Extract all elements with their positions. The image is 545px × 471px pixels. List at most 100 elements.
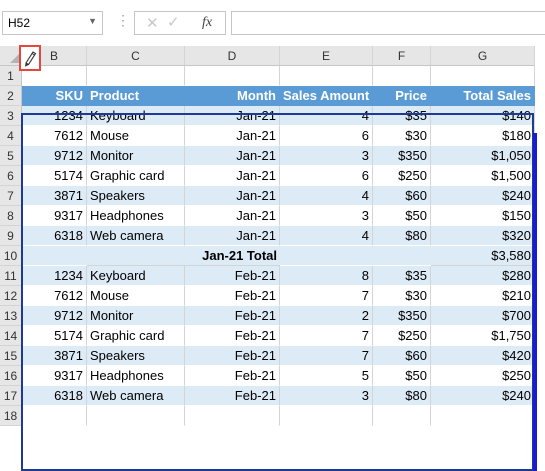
enter-icon[interactable]: ✓ [167,13,180,31]
table-cell[interactable]: 9317 [22,366,87,386]
empty-cell[interactable] [185,66,280,86]
table-cell[interactable]: Monitor [87,146,185,166]
table-cell[interactable]: $240 [431,386,535,406]
column-header-d[interactable]: D [185,46,280,66]
table-cell[interactable]: 6 [280,166,373,186]
column-header-g[interactable]: G [431,46,535,66]
table-cell[interactable]: 6318 [22,226,87,246]
empty-cell[interactable] [22,406,87,426]
empty-cell[interactable] [280,406,373,426]
table-cell[interactable]: Jan-21 [185,206,280,226]
table-cell[interactable]: Jan-21 [185,146,280,166]
table-cell[interactable]: 3 [280,386,373,406]
table-cell[interactable]: 4 [280,186,373,206]
table-cell[interactable]: Headphones [87,206,185,226]
table-cell[interactable]: 1234 [22,106,87,126]
table-cell[interactable]: 4 [280,106,373,126]
table-cell[interactable]: $700 [431,306,535,326]
empty-cell[interactable] [373,406,431,426]
empty-cell[interactable] [431,406,535,426]
row-header-10[interactable]: 10 [0,246,22,266]
chevron-down-icon[interactable]: ▼ [88,16,97,26]
table-cell[interactable]: $60 [373,346,431,366]
table-cell[interactable]: 9317 [22,206,87,226]
empty-cell[interactable] [87,406,185,426]
table-cell[interactable]: Jan-21 [185,166,280,186]
table-cell[interactable]: Mouse [87,126,185,146]
table-cell[interactable]: 1234 [22,266,87,286]
table-cell[interactable]: Monitor [87,306,185,326]
table-cell[interactable]: $420 [431,346,535,366]
insert-function-icon[interactable]: fx [202,15,212,31]
table-cell[interactable]: Web camera [87,386,185,406]
table-header-cell[interactable]: Month [185,86,280,106]
table-cell[interactable]: Feb-21 [185,366,280,386]
row-header-8[interactable]: 8 [0,206,22,226]
table-cell[interactable]: 5174 [22,326,87,346]
subtotal-label[interactable]: Jan-21 Total [87,246,280,266]
table-cell[interactable]: 3871 [22,346,87,366]
table-cell[interactable]: Feb-21 [185,326,280,346]
table-cell[interactable]: Web camera [87,226,185,246]
row-header-16[interactable]: 16 [0,366,22,386]
table-cell[interactable]: $350 [373,306,431,326]
row-header-17[interactable]: 17 [0,386,22,406]
table-cell[interactable]: 7 [280,346,373,366]
column-header-c[interactable]: C [87,46,185,66]
table-cell[interactable]: $60 [373,186,431,206]
table-cell[interactable]: $50 [373,366,431,386]
table-cell[interactable]: 3 [280,206,373,226]
drag-handle-icon[interactable]: ⋮ [116,12,130,29]
table-cell[interactable]: 3871 [22,186,87,206]
table-cell[interactable]: $210 [431,286,535,306]
table-cell[interactable]: 7 [280,326,373,346]
table-cell[interactable]: Feb-21 [185,286,280,306]
name-box[interactable]: H52 ▼ [2,11,103,35]
table-header-cell[interactable]: Sales Amount [280,86,373,106]
table-cell[interactable]: $240 [431,186,535,206]
table-cell[interactable]: $140 [431,106,535,126]
empty-cell[interactable] [87,66,185,86]
table-cell[interactable]: $180 [431,126,535,146]
table-header-cell[interactable]: Product [87,86,185,106]
table-cell[interactable]: Keyboard [87,266,185,286]
table-cell[interactable]: Jan-21 [185,186,280,206]
row-header-6[interactable]: 6 [0,166,22,186]
table-cell[interactable]: $250 [373,326,431,346]
table-header-cell[interactable]: SKU [22,86,87,106]
table-cell[interactable]: Feb-21 [185,346,280,366]
table-cell[interactable]: Jan-21 [185,226,280,246]
table-cell[interactable]: 9712 [22,306,87,326]
table-cell[interactable]: $30 [373,286,431,306]
table-cell[interactable]: 8 [280,266,373,286]
table-cell[interactable]: Keyboard [87,106,185,126]
table-cell[interactable]: $80 [373,226,431,246]
table-cell[interactable]: $80 [373,386,431,406]
table-cell[interactable]: Speakers [87,346,185,366]
table-cell[interactable]: 6 [280,126,373,146]
table-cell[interactable]: $1,750 [431,326,535,346]
empty-cell[interactable] [280,66,373,86]
formula-input[interactable] [231,11,545,35]
table-header-cell[interactable]: Total Sales [431,86,535,106]
table-cell[interactable]: $1,500 [431,166,535,186]
pencil-icon[interactable] [19,45,41,71]
table-cell[interactable]: $150 [431,206,535,226]
column-header-f[interactable]: F [373,46,431,66]
table-cell[interactable]: 9712 [22,146,87,166]
cancel-icon[interactable]: ✕ [146,14,159,32]
table-cell[interactable]: 7 [280,286,373,306]
table-cell[interactable]: 2 [280,306,373,326]
table-cell[interactable]: $30 [373,126,431,146]
table-header-cell[interactable]: Price [373,86,431,106]
row-header-18[interactable]: 18 [0,406,22,426]
table-cell[interactable]: 4 [280,226,373,246]
table-cell[interactable]: Feb-21 [185,306,280,326]
table-cell[interactable]: Jan-21 [185,126,280,146]
row-header-11[interactable]: 11 [0,266,22,286]
table-cell[interactable]: $1,050 [431,146,535,166]
empty-cell[interactable] [185,406,280,426]
table-cell[interactable]: Jan-21 [185,106,280,126]
table-cell[interactable]: Graphic card [87,326,185,346]
table-cell[interactable]: $35 [373,106,431,126]
